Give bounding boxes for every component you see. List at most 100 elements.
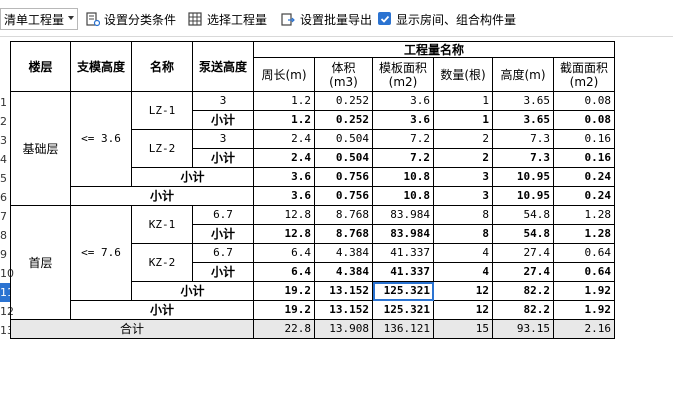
component-name-cell[interactable]: KZ-1: [131, 205, 193, 244]
subtotal-cell[interactable]: 83.984: [372, 224, 434, 244]
subtotal-label[interactable]: 小计: [192, 224, 254, 244]
value-cell[interactable]: 0.64: [553, 243, 615, 263]
pump-height-cell[interactable]: 3: [192, 129, 254, 149]
value-cell[interactable]: 41.337: [372, 243, 434, 263]
subtotal-label[interactable]: 小计: [192, 110, 254, 130]
value-cell[interactable]: 8: [433, 205, 493, 225]
subtotal-cell[interactable]: 82.2: [492, 281, 554, 301]
header-floor[interactable]: 楼层: [10, 41, 71, 92]
subtotal-cell[interactable]: 19.2: [253, 281, 315, 301]
floor-subtotal-label[interactable]: 小计: [70, 186, 254, 206]
value-cell[interactable]: 0.504: [314, 129, 373, 149]
subtotal-cell[interactable]: 8: [433, 224, 493, 244]
component-name-cell[interactable]: LZ-1: [131, 91, 193, 130]
subtotal-cell[interactable]: 13.152: [314, 300, 373, 320]
value-cell[interactable]: 1: [433, 91, 493, 111]
header-height[interactable]: 高度(m): [492, 57, 554, 92]
row-number-selected[interactable]: 11: [0, 283, 14, 302]
subtotal-cell[interactable]: 3: [433, 167, 493, 187]
total-cell[interactable]: 2.16: [553, 319, 615, 339]
row-number[interactable]: 6: [0, 188, 10, 207]
selected-cell[interactable]: 125.321: [372, 281, 434, 301]
subtotal-cell[interactable]: 0.16: [553, 148, 615, 168]
value-cell[interactable]: 3.65: [492, 91, 554, 111]
subtotal-cell[interactable]: 2.4: [253, 148, 315, 168]
subtotal-cell[interactable]: 0.24: [553, 186, 615, 206]
value-cell[interactable]: 0.16: [553, 129, 615, 149]
subtotal-cell[interactable]: 7.3: [492, 148, 554, 168]
formwork-height-cell[interactable]: <= 3.6: [70, 91, 132, 187]
subtotal-cell[interactable]: 27.4: [492, 262, 554, 282]
subtotal-cell[interactable]: 0.252: [314, 110, 373, 130]
subtotal-cell[interactable]: 12: [433, 300, 493, 320]
total-label[interactable]: 合计: [10, 319, 254, 339]
subtotal-cell[interactable]: 3.6: [253, 186, 315, 206]
set-category-button[interactable]: 设置分类条件: [86, 8, 176, 30]
subtotal-cell[interactable]: 3.65: [492, 110, 554, 130]
subtotal-cell[interactable]: 7.2: [372, 148, 434, 168]
subtotal-cell[interactable]: 125.321: [372, 300, 434, 320]
row-number[interactable]: 12: [0, 302, 14, 321]
value-cell[interactable]: 2.4: [253, 129, 315, 149]
value-cell[interactable]: 27.4: [492, 243, 554, 263]
subtotal-cell[interactable]: 13.152: [314, 281, 373, 301]
subtotal-cell[interactable]: 82.2: [492, 300, 554, 320]
floor-cell[interactable]: 首层: [10, 205, 71, 320]
height-subtotal-label[interactable]: 小计: [131, 167, 254, 187]
value-cell[interactable]: 7.3: [492, 129, 554, 149]
row-number[interactable]: 4: [0, 150, 10, 169]
value-cell[interactable]: 7.2: [372, 129, 434, 149]
header-formwork-area[interactable]: 模板面积(m2): [372, 57, 434, 92]
subtotal-cell[interactable]: 0.64: [553, 262, 615, 282]
subtotal-cell[interactable]: 54.8: [492, 224, 554, 244]
row-number[interactable]: 10: [0, 264, 14, 283]
select-quantity-button[interactable]: 选择工程量: [188, 8, 267, 30]
subtotal-cell[interactable]: 12: [433, 281, 493, 301]
header-name[interactable]: 名称: [131, 41, 193, 92]
subtotal-cell[interactable]: 0.24: [553, 167, 615, 187]
component-name-cell[interactable]: KZ-2: [131, 243, 193, 282]
quantity-type-dropdown[interactable]: 清单工程量: [0, 8, 78, 30]
header-volume[interactable]: 体积(m3): [314, 57, 373, 92]
value-cell[interactable]: 4: [433, 243, 493, 263]
row-number[interactable]: 3: [0, 131, 10, 150]
value-cell[interactable]: 4.384: [314, 243, 373, 263]
show-rooms-label[interactable]: 显示房间、组合构件量: [396, 8, 516, 30]
floor-cell[interactable]: 基础层: [10, 91, 71, 206]
subtotal-cell[interactable]: 3.6: [372, 110, 434, 130]
subtotal-cell[interactable]: 1.92: [553, 300, 615, 320]
row-number[interactable]: 2: [0, 112, 10, 131]
row-number[interactable]: 5: [0, 169, 10, 188]
subtotal-cell[interactable]: 4: [433, 262, 493, 282]
subtotal-cell[interactable]: 6.4: [253, 262, 315, 282]
header-pump-height[interactable]: 泵送高度: [192, 41, 254, 92]
floor-subtotal-label[interactable]: 小计: [70, 300, 254, 320]
total-cell[interactable]: 15: [433, 319, 493, 339]
header-section-area[interactable]: 截面面积(m2): [553, 57, 615, 92]
row-number[interactable]: 13: [0, 321, 14, 340]
value-cell[interactable]: 0.252: [314, 91, 373, 111]
subtotal-cell[interactable]: 1.92: [553, 281, 615, 301]
value-cell[interactable]: 83.984: [372, 205, 434, 225]
pump-height-cell[interactable]: 6.7: [192, 243, 254, 263]
subtotal-cell[interactable]: 12.8: [253, 224, 315, 244]
show-rooms-checkbox[interactable]: [378, 12, 391, 25]
header-formwork-height[interactable]: 支模高度: [70, 41, 132, 92]
total-cell[interactable]: 93.15: [492, 319, 554, 339]
height-subtotal-label[interactable]: 小计: [131, 281, 254, 301]
header-quantity-group[interactable]: 工程量名称: [253, 41, 615, 58]
value-cell[interactable]: 2: [433, 129, 493, 149]
header-count[interactable]: 数量(根): [433, 57, 493, 92]
subtotal-cell[interactable]: 0.756: [314, 186, 373, 206]
header-perimeter[interactable]: 周长(m): [253, 57, 315, 92]
subtotal-cell[interactable]: 19.2: [253, 300, 315, 320]
pump-height-cell[interactable]: 3: [192, 91, 254, 111]
subtotal-cell[interactable]: 41.337: [372, 262, 434, 282]
subtotal-cell[interactable]: 10.8: [372, 186, 434, 206]
row-number[interactable]: 9: [0, 245, 10, 264]
total-cell[interactable]: 136.121: [372, 319, 434, 339]
row-number[interactable]: 7: [0, 207, 10, 226]
value-cell[interactable]: 1.28: [553, 205, 615, 225]
subtotal-cell[interactable]: 3: [433, 186, 493, 206]
total-cell[interactable]: 22.8: [253, 319, 315, 339]
